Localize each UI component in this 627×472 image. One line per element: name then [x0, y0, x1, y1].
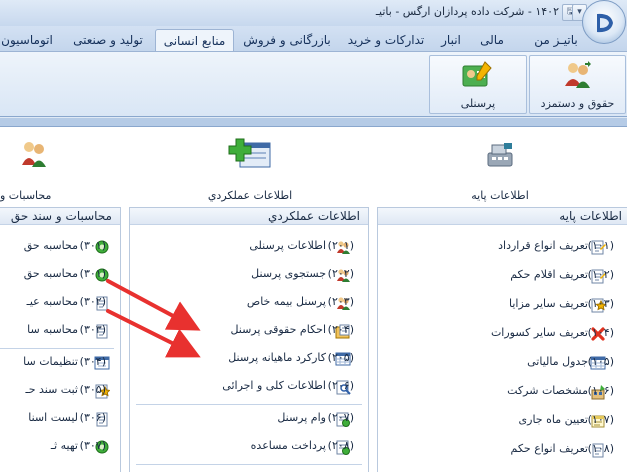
- list-item[interactable]: تعریف سایر مزایا (۱۰۳): [378, 294, 627, 316]
- performance-panel-title: اطلاعات عملکردي: [130, 208, 368, 225]
- tab-finance[interactable]: مالی: [472, 29, 512, 52]
- accounting-users-icon: [22, 142, 46, 167]
- list-item[interactable]: پرداخت مساعده (۲۰۸): [130, 436, 368, 458]
- personnel-button[interactable]: پرسنلی: [429, 55, 527, 114]
- base-info-button[interactable]: اطلاعات پایه: [440, 135, 560, 205]
- performance-info-label: اطلاعات عملکردي: [207, 189, 293, 202]
- list-item[interactable]: احکام حقوقی پرسنل (۲۰۴): [130, 320, 368, 342]
- tab-procurement[interactable]: تدارکات و خرید: [341, 29, 431, 52]
- window-title: ۱۴۰۲ - شرکت داده پردازان ارگس - باتیـ: [375, 5, 559, 18]
- ribbon-separator: [0, 118, 627, 126]
- payroll-label: حقوق و دستمزد: [540, 97, 615, 110]
- tab-production[interactable]: تولید و صنعتی: [64, 29, 152, 52]
- list-item[interactable]: محاسبه عیـ (۳۰۲): [0, 292, 120, 314]
- list-item[interactable]: اطلاعات پرسنلی (۲۰۱): [130, 236, 368, 258]
- list-item[interactable]: اطلاعات کلی و اجرائی (۲۰۶): [130, 376, 368, 398]
- app-orb-button[interactable]: [582, 0, 626, 44]
- list-item[interactable]: تعریف اقلام حکم (۱۰۲): [378, 265, 627, 287]
- list-divider: [0, 348, 114, 349]
- list-divider: [136, 404, 362, 405]
- app-logo-icon: [597, 13, 613, 33]
- payroll-button[interactable]: حقوق و دستمزد: [529, 55, 626, 114]
- list-item[interactable]: تعریف انواع حکم (۱۰۸): [378, 439, 627, 461]
- list-item[interactable]: تنظیمات سا (۳۰۴): [0, 352, 120, 374]
- list-item[interactable]: لیست اسنا (۳۰۶): [0, 408, 120, 430]
- list-item[interactable]: مشخصات شرکت (۱۰۶): [378, 381, 627, 403]
- list-item[interactable]: محاسبه سا (۳۰۳): [0, 320, 120, 342]
- ribbon-tab-bar: باتیـز من مالی انبار تدارکات و خرید بازر…: [0, 26, 627, 52]
- base-info-label: اطلاعات پایه: [471, 189, 529, 202]
- list-item[interactable]: جستجوی پرسنل (۲۰۲): [130, 264, 368, 286]
- base-info-panel: اطلاعات پایه تعریف انواع قرارداد (۱۰۱) ت…: [377, 207, 627, 472]
- title-bar: 🖫 ۱۴۰۲ - شرکت داده پردازان ارگس - باتیـ …: [0, 0, 627, 26]
- ribbon-panel: حقوق و دستمزد پرسنلی: [0, 51, 627, 117]
- tab-my-batiz[interactable]: باتیـز من: [519, 29, 593, 52]
- accounting-button[interactable]: محاسبات و: [0, 135, 70, 205]
- list-item[interactable]: تعریف انواع قرارداد (۱۰۱): [378, 236, 627, 258]
- tab-human-resources[interactable]: منابع انسانی: [155, 29, 234, 52]
- content-area: اطلاعات پایه اطلاعات عملکردي محاسبات و ا…: [0, 126, 627, 472]
- accounting-panel-title: محاسبات و سند حق: [0, 208, 120, 225]
- cash-register-icon: [487, 143, 513, 167]
- personnel-card-icon: [462, 61, 492, 87]
- tab-warehouse[interactable]: انبار: [433, 29, 469, 52]
- list-item[interactable]: ثبت سند حـ (۳۰۵): [0, 380, 120, 402]
- personnel-label: پرسنلی: [460, 97, 496, 110]
- tab-sales[interactable]: بازرگانی و فروش: [237, 29, 337, 52]
- performance-panel: اطلاعات عملکردي اطلاعات پرسنلی (۲۰۱) جست…: [129, 207, 369, 472]
- list-item[interactable]: جدول مالیاتی (۱۰۵): [378, 352, 627, 374]
- list-item[interactable]: وام پرسنل (۲۰۷): [130, 408, 368, 430]
- add-window-icon: [228, 138, 271, 168]
- list-item[interactable]: کارکرد ماهیانه پرسنل (۲۰۵): [130, 348, 368, 370]
- performance-info-button[interactable]: اطلاعات عملکردي: [180, 135, 320, 205]
- list-item[interactable]: تعریف سایر کسورات (۱۰۴): [378, 323, 627, 345]
- payroll-users-icon: [564, 61, 591, 88]
- list-item[interactable]: تهیه ثـ (۳۰۷): [0, 436, 120, 458]
- tab-automation[interactable]: اتوماسیون: [0, 29, 60, 52]
- list-item[interactable]: محاسبه حق (۳۰۱): [0, 264, 120, 286]
- list-item[interactable]: محاسبه حق (۳۰۱): [0, 236, 120, 258]
- accounting-panel: محاسبات و سند حق محاسبه حق (۳۰۱) محاسبه …: [0, 207, 121, 472]
- base-info-panel-title: اطلاعات پایه: [378, 208, 627, 225]
- accounting-label: محاسبات و: [0, 189, 52, 202]
- list-item[interactable]: پرسنل بیمه خاص (۲۰۳): [130, 292, 368, 314]
- list-item[interactable]: تعیین ماه جاری (۱۰۷): [378, 410, 627, 432]
- list-divider: [136, 464, 362, 465]
